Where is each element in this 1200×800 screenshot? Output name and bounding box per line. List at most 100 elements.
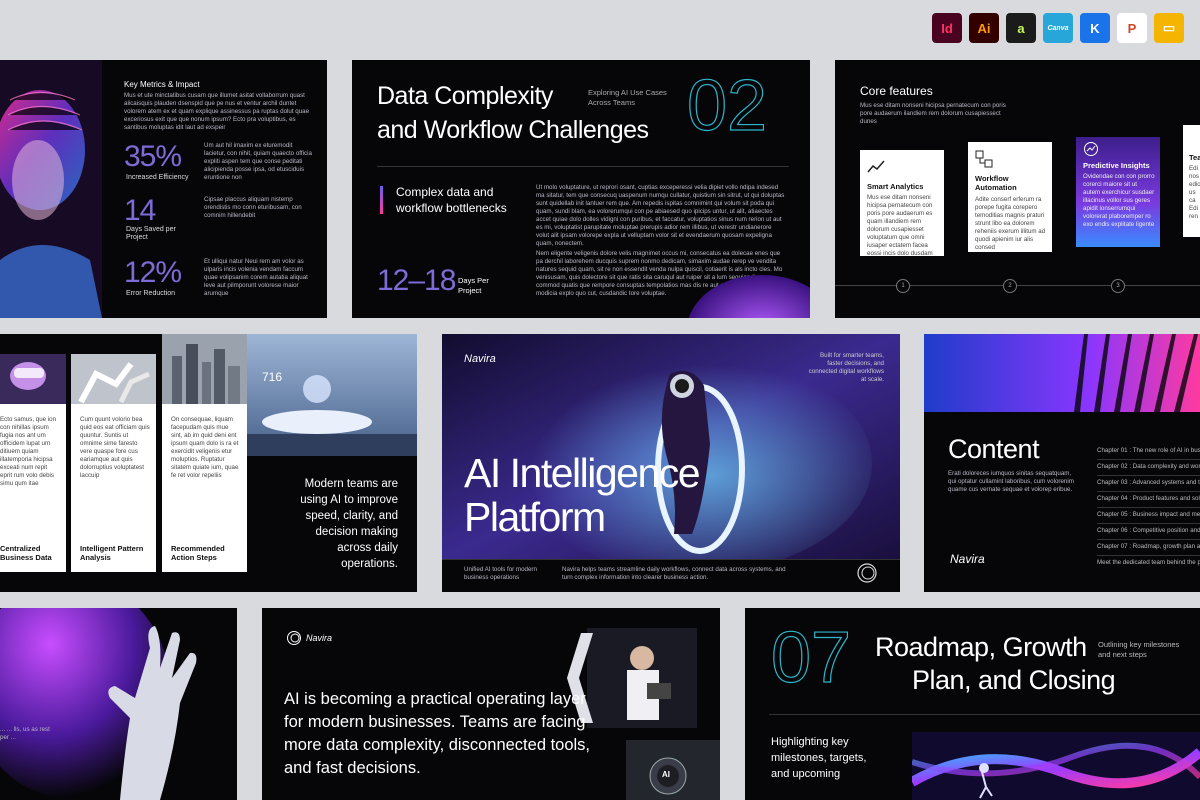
- slide2-divider: [377, 166, 789, 167]
- feature-card-text: Ovidendae con con prorro corerci maiore …: [1083, 173, 1155, 228]
- robot-arms-image: [71, 354, 156, 404]
- cover-footer-right: Navira helps teams streamline daily work…: [562, 566, 786, 581]
- slide2-range: 12–18: [377, 264, 456, 297]
- metric-value-1: 35%: [124, 140, 182, 173]
- metric-text-3: Et ulliqui natur Neui rem am volor as ul…: [204, 258, 308, 297]
- futuristic-room-image: [247, 334, 417, 456]
- chapter-item-4[interactable]: Chapter 04 : Product features and soluti…: [1097, 492, 1200, 508]
- slide2-number: 02: [686, 66, 768, 146]
- column-text: Ecto samus, que ion con nihillas ipsum f…: [0, 416, 57, 487]
- metric-label-3: Error Reduction: [126, 290, 176, 297]
- capability-column-3[interactable]: On consequae, liquam facepudam quis mue …: [162, 404, 247, 572]
- slide-roadmap[interactable]: 07 Roadmap, Growth Plan, and Closing Out…: [745, 608, 1200, 800]
- roadmap-left-text: Highlighting key milestones, targets, an…: [771, 736, 867, 780]
- indesign-icon: Id: [932, 13, 962, 43]
- capability-column-1[interactable]: Ecto samus, que ion con nihillas ipsum f…: [0, 404, 66, 572]
- feature-card-text: Adite conserf erferum ra porepe fugita c…: [975, 196, 1046, 251]
- timeline-line: [835, 285, 1200, 286]
- metrics-heading: Key Metrics & Impact: [124, 80, 200, 89]
- feature-card-text: Mus ese ditam nonseni hicipsa pernatecum…: [867, 194, 933, 257]
- slide2-title-line1: Data Complexity: [377, 82, 553, 110]
- metric-text-2: Cipsae placcus aliquam nistemp orendisti…: [204, 196, 302, 219]
- column-title: Recommended Action Steps: [171, 544, 225, 562]
- roadmap-title-line2: Plan, and Closing: [912, 665, 1116, 695]
- portrait-image: [0, 60, 102, 318]
- workflow-icon: [975, 150, 993, 168]
- brand-name: Navira: [306, 633, 333, 643]
- robot-slide-text: ... ... lls, us as rest per ...: [0, 726, 50, 741]
- metric-value-3: 12%: [124, 256, 182, 289]
- chapter-item-3[interactable]: Chapter 03 : Advanced systems and tools: [1097, 476, 1200, 492]
- slide2-title-line2: and Workflow Challenges: [377, 116, 649, 144]
- metric-text-1: Um aut hil imaxim ex eturemodit lacietur…: [204, 142, 312, 181]
- ai-statement-text: AI is becoming a practical operating lay…: [284, 690, 591, 777]
- roadmap-title-line1: Roadmap, Growth: [875, 632, 1087, 662]
- slide-key-metrics[interactable]: Key Metrics & Impact Mus et ute minctati…: [0, 60, 327, 318]
- navira-logo: Navira: [950, 552, 985, 566]
- metric-label-1: Increased Efficiency: [126, 174, 189, 181]
- chapter-item-8[interactable]: Meet the dedicated team behind the platf…: [1097, 556, 1200, 571]
- feature-card-predictive-insights[interactable]: Predictive Insights Ovidendae con con pr…: [1076, 137, 1160, 247]
- feature-card-team[interactable]: Tea Edi nos edio us ca Edi ren: [1183, 125, 1200, 237]
- metric-value-2: 14: [124, 194, 156, 227]
- navira-logo: Navira: [464, 353, 496, 364]
- slide-ai-statement[interactable]: Navira AI AI is becoming a practical ope…: [262, 608, 720, 800]
- slide-cover[interactable]: Navira Built for smarter teams, faster d…: [442, 334, 900, 592]
- chapter-item-6[interactable]: Chapter 06 : Competitive position and ma…: [1097, 524, 1200, 540]
- chapter-item-7[interactable]: Chapter 07 : Roadmap, growth plan and cl…: [1097, 540, 1200, 556]
- vr-headset-image: [0, 354, 66, 404]
- slide-capabilities[interactable]: 716 Ecto samus, que ion con nihillas ips…: [0, 334, 417, 592]
- canva-icon: Canva: [1043, 13, 1073, 43]
- capabilities-statement: Modern teams are using AI to improve spe…: [300, 478, 398, 570]
- metric-label-2: Days Saved per Project: [126, 226, 176, 241]
- feature-card-title: Workflow Automation: [975, 174, 1017, 192]
- neon-runner-image: [912, 732, 1200, 800]
- ai-chip-image: [626, 740, 720, 800]
- screen-number: 716: [262, 370, 283, 384]
- chapter-item-5[interactable]: Chapter 05 : Business impact and metrics: [1097, 508, 1200, 524]
- feature-card-title: Predictive Insights: [1083, 161, 1150, 170]
- app-compatibility-icons: Id Ai a Canva K P ▭: [932, 13, 1184, 43]
- column-text: Cum quunt volorio bea quid eos eat offic…: [80, 416, 150, 479]
- contents-text: Erati doloreces iumquos sinitas sequatqu…: [948, 470, 1074, 493]
- cover-title-line1: AI Intelligence: [464, 450, 701, 496]
- slide-data-complexity[interactable]: Data Complexity and Workflow Challenges …: [352, 60, 810, 318]
- cover-tagline: Built for smarter teams, faster decision…: [808, 352, 884, 383]
- column-title: Centralized Business Data: [0, 544, 52, 562]
- navira-mark-icon: [287, 631, 301, 645]
- slide2-range-label: Days Per Project: [458, 276, 489, 295]
- powerpoint-icon: P: [1117, 13, 1147, 43]
- column-text: On consequae, liquam facepudam quis mue …: [171, 416, 239, 479]
- slide-robot-hand[interactable]: ... ... lls, us as rest per ...: [0, 608, 237, 800]
- cover-footer-divider: [442, 559, 900, 560]
- robot-hand-image: [0, 608, 197, 800]
- feature-card-title: Smart Analytics: [867, 182, 924, 191]
- cover-footer-left: Unified AI tools for modern business ope…: [464, 566, 537, 581]
- chapter-item-1[interactable]: Chapter 01 : The new role of AI in busin…: [1097, 444, 1200, 460]
- step-marker: 3: [1111, 279, 1125, 293]
- slide2-para1: Ut molo voluptature, ut reprori osant, c…: [536, 184, 785, 247]
- feature-card-title: Tea: [1189, 153, 1200, 162]
- navira-logo-text: Navira: [464, 353, 496, 364]
- feature-card-text: Edi nos edio us ca Edi ren: [1189, 165, 1200, 220]
- navira-logo-text: Navira: [950, 552, 985, 566]
- metrics-intro: Mus et ute minctatibus cusam que illumet…: [124, 92, 310, 131]
- slide-core-features[interactable]: Core features Mus ese ditam nonseni hici…: [835, 60, 1200, 318]
- roadmap-number: 07: [770, 618, 852, 698]
- affinity-icon: a: [1006, 13, 1036, 43]
- slide2-subtitle: Exploring AI Use Cases Across Teams: [588, 88, 667, 107]
- chart-icon: [867, 160, 885, 173]
- capability-column-2[interactable]: Cum quunt volorio bea quid eos eat offic…: [71, 404, 156, 572]
- chapter-item-2[interactable]: Chapter 02 : Data complexity and workflo…: [1097, 460, 1200, 476]
- slide3-intro: Mus ese ditam nonseni hicipsa pernatecum…: [860, 102, 1006, 125]
- slide3-title: Core features: [860, 84, 933, 98]
- circle-logo-icon: [857, 563, 877, 583]
- feature-card-workflow-automation[interactable]: Workflow Automation Adite conserf erferu…: [968, 142, 1052, 252]
- ai-chip-label: AI: [662, 770, 670, 779]
- feature-card-smart-analytics[interactable]: Smart Analytics Mus ese ditam nonseni hi…: [860, 150, 944, 257]
- cover-title-line2: Platform: [464, 494, 606, 540]
- illustrator-icon: Ai: [969, 13, 999, 43]
- step-marker: 2: [1003, 279, 1017, 293]
- slide2-left-heading: Complex data and workflow bottlenecks: [396, 185, 507, 215]
- neon-light-rays-image: [924, 334, 1200, 412]
